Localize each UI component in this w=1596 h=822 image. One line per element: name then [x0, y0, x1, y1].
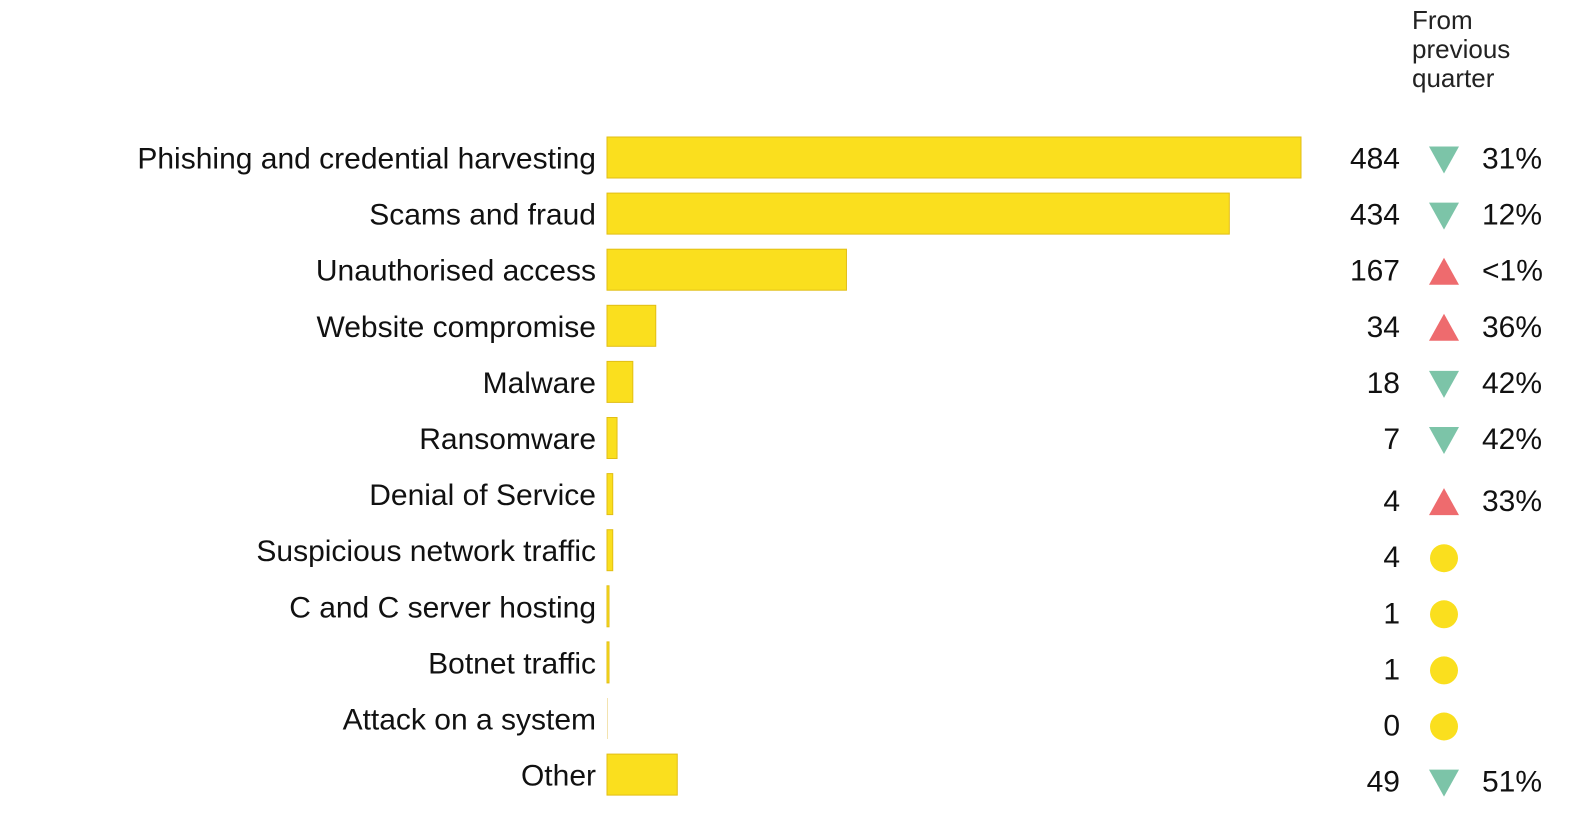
category-label: Phishing and credential harvesting: [137, 143, 596, 176]
value-label: 34: [1367, 311, 1400, 344]
bar: [606, 417, 618, 459]
category-label: C and C server hosting: [289, 591, 596, 624]
down-triangle-icon: [1429, 202, 1459, 230]
no-change-dot-icon: [1430, 600, 1458, 629]
value-label: 434: [1350, 199, 1400, 232]
category-label: Other: [521, 760, 596, 793]
value-label: 1: [1383, 597, 1400, 630]
category-label: Unauthorised access: [316, 255, 596, 288]
bar: [606, 753, 678, 796]
up-triangle-icon: [1429, 488, 1459, 516]
value-label: 18: [1367, 367, 1400, 400]
change-percent-label: <1%: [1482, 255, 1543, 288]
change-percent-label: 33%: [1482, 485, 1542, 518]
no-change-dot-icon: [1430, 544, 1458, 573]
no-change-dot-icon: [1430, 712, 1458, 741]
bar: [606, 641, 610, 684]
value-label: 49: [1367, 766, 1400, 799]
category-label: Attack on a system: [343, 704, 596, 737]
down-triangle-icon: [1429, 370, 1459, 398]
bar: [607, 698, 608, 739]
value-label: 484: [1350, 143, 1400, 176]
bar: [606, 529, 614, 572]
up-triangle-icon: [1429, 257, 1459, 285]
category-label: Suspicious network traffic: [256, 535, 596, 568]
down-triangle-icon: [1429, 769, 1459, 797]
down-triangle-icon: [1429, 427, 1459, 454]
change-percent-label: 51%: [1482, 766, 1542, 799]
category-label: Denial of Service: [369, 479, 596, 512]
bar: [606, 304, 657, 347]
change-percent-label: 12%: [1482, 199, 1542, 232]
bar: [606, 248, 847, 291]
up-triangle-icon: [1429, 313, 1459, 341]
value-label: 4: [1383, 541, 1400, 574]
change-percent-label: 42%: [1482, 367, 1542, 400]
category-label: Scams and fraud: [369, 199, 596, 232]
value-label: 4: [1383, 485, 1400, 518]
no-change-dot-icon: [1430, 656, 1458, 685]
bar: [606, 192, 1230, 235]
change-percent-label: 36%: [1482, 311, 1542, 344]
category-label: Botnet traffic: [428, 647, 596, 680]
category-label: Malware: [483, 367, 596, 400]
bar-chart: Phishing and credential harvesting 484 31%…: [137, 136, 1543, 799]
down-triangle-icon: [1429, 146, 1459, 174]
value-label: 7: [1383, 423, 1400, 456]
bar: [606, 136, 1302, 179]
bar: [606, 585, 610, 628]
change-percent-label: 42%: [1482, 423, 1542, 456]
change-percent-label: 31%: [1482, 143, 1542, 176]
value-label: 167: [1350, 255, 1400, 288]
bar: [606, 473, 614, 516]
category-label: Ransomware: [419, 423, 596, 456]
category-label: Website compromise: [316, 311, 596, 344]
value-label: 0: [1383, 710, 1400, 743]
value-label: 1: [1383, 653, 1400, 686]
bar: [606, 360, 634, 403]
